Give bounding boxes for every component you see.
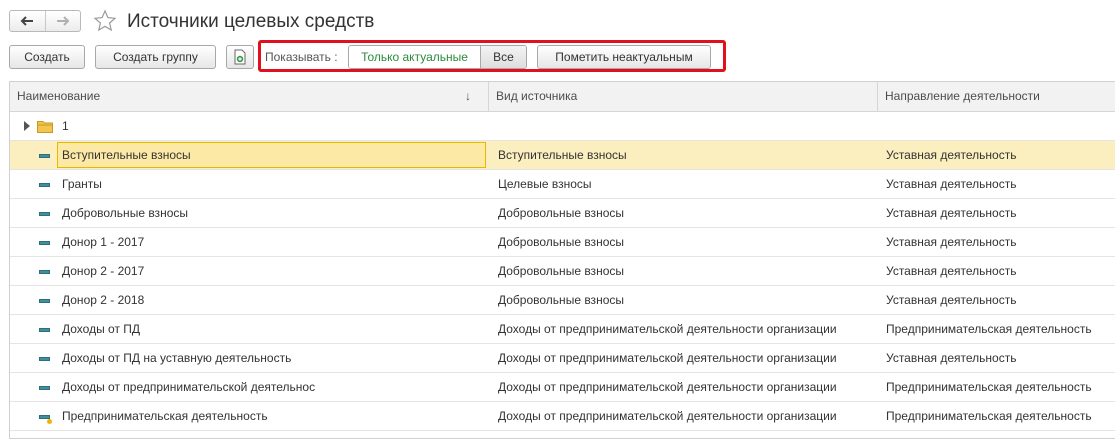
cell-source-type: Добровольные взносы	[498, 235, 624, 249]
cell-name: Донор 1 - 2017	[62, 235, 145, 249]
cell-activity: Уставная деятельность	[886, 351, 1017, 365]
filter-option-actual[interactable]: Только актуальные	[349, 46, 480, 68]
cell-source-type: Вступительные взносы	[498, 148, 627, 162]
table-row[interactable]: Доходы от ПД Доходы от предпринимательск…	[10, 315, 1115, 344]
table-row[interactable]: Гранты Целевые взносы Уставная деятельно…	[10, 170, 1115, 199]
arrow-left-icon	[21, 16, 34, 26]
cell-activity: Уставная деятельность	[886, 148, 1017, 162]
cell-name: Доходы от предпринимательской деятельнос	[62, 380, 316, 394]
cell-activity: Уставная деятельность	[886, 177, 1017, 191]
cell-activity: Уставная деятельность	[886, 293, 1017, 307]
cell-source-type: Доходы от предпринимательской деятельнос…	[498, 351, 837, 365]
forward-button[interactable]	[44, 11, 80, 31]
page-title: Источники целевых средств	[127, 11, 375, 32]
cell-name: Добровольные взносы	[62, 206, 188, 220]
cell-activity: Уставная деятельность	[886, 235, 1017, 249]
table-row[interactable]: Донор 2 - 2018 Добровольные взносы Устав…	[10, 286, 1115, 315]
group-row[interactable]: 1	[10, 112, 1115, 141]
catalog-item-icon	[39, 212, 50, 216]
cell-source-type: Доходы от предпринимательской деятельнос…	[498, 380, 837, 394]
cell-activity: Уставная деятельность	[886, 206, 1017, 220]
table-row[interactable]: Добровольные взносы Добровольные взносы …	[10, 199, 1115, 228]
catalog-item-icon	[39, 241, 50, 245]
table-row[interactable]: Вступительные взносы Вступительные взнос…	[10, 141, 1115, 170]
sources-table: Наименование ↓ Вид источника Направление…	[9, 81, 1115, 439]
cell-source-type: Добровольные взносы	[498, 293, 624, 307]
cell-activity: Предпринимательская деятельность	[886, 409, 1092, 423]
copy-button[interactable]	[226, 45, 254, 69]
catalog-item-icon	[39, 299, 50, 303]
column-header-name[interactable]: Наименование	[10, 82, 489, 111]
filter-option-all[interactable]: Все	[480, 46, 526, 68]
star-icon	[93, 9, 117, 32]
cell-name: Предпринимательская деятельность	[62, 409, 268, 423]
mark-irrelevant-button[interactable]: Пометить неактуальным	[537, 45, 711, 69]
cell-activity: Уставная деятельность	[886, 264, 1017, 278]
sort-arrow-icon: ↓	[465, 89, 471, 103]
cell-activity: Предпринимательская деятельность	[886, 380, 1092, 394]
copy-document-icon	[234, 49, 246, 65]
table-row[interactable]: Предпринимательская деятельность Доходы …	[10, 402, 1115, 431]
cell-name: Донор 2 - 2017	[62, 264, 145, 278]
group-label: 1	[62, 119, 69, 133]
cell-name: Доходы от ПД на уставную деятельность	[62, 351, 292, 365]
catalog-item-icon	[39, 183, 50, 187]
table-row[interactable]: Донор 1 - 2017 Добровольные взносы Устав…	[10, 228, 1115, 257]
catalog-item-icon	[39, 270, 50, 274]
title-bar: Источники целевых средств	[0, 0, 1115, 42]
filter-switch: Только актуальные Все	[348, 45, 527, 69]
catalog-item-icon	[39, 328, 50, 332]
catalog-item-icon	[39, 357, 50, 361]
cell-source-type: Добровольные взносы	[498, 206, 624, 220]
column-header-activity[interactable]: Направление деятельности	[878, 82, 1115, 111]
cell-name: Гранты	[62, 177, 102, 191]
catalog-item-icon	[39, 386, 50, 390]
show-label: Показывать :	[265, 50, 338, 64]
navigation-buttons	[9, 10, 81, 32]
catalog-item-icon	[39, 154, 50, 158]
cell-name: Вступительные взносы	[62, 148, 191, 162]
column-header-source-type[interactable]: Вид источника	[489, 82, 878, 111]
cell-activity: Предпринимательская деятельность	[886, 322, 1092, 336]
table-row[interactable]: Доходы от предпринимательской деятельнос…	[10, 373, 1115, 402]
table-header: Наименование ↓ Вид источника Направление…	[10, 82, 1115, 112]
back-button[interactable]	[10, 11, 45, 31]
triangle-right-icon[interactable]	[24, 121, 30, 131]
favorite-button[interactable]	[93, 9, 117, 33]
cell-name: Донор 2 - 2018	[62, 293, 145, 307]
arrow-right-icon	[56, 16, 70, 26]
cell-source-type: Доходы от предпринимательской деятельнос…	[498, 322, 837, 336]
cell-source-type: Добровольные взносы	[498, 264, 624, 278]
cell-source-type: Доходы от предпринимательской деятельнос…	[498, 409, 837, 423]
table-row[interactable]: Доходы от ПД на уставную деятельность До…	[10, 344, 1115, 373]
cell-source-type: Целевые взносы	[498, 177, 592, 191]
folder-icon	[37, 121, 53, 133]
create-button[interactable]: Создать	[9, 45, 85, 69]
predefined-marker-icon	[47, 419, 52, 424]
create-group-button[interactable]: Создать группу	[95, 45, 216, 69]
cell-name: Доходы от ПД	[62, 322, 141, 336]
table-row[interactable]: Донор 2 - 2017 Добровольные взносы Устав…	[10, 257, 1115, 286]
